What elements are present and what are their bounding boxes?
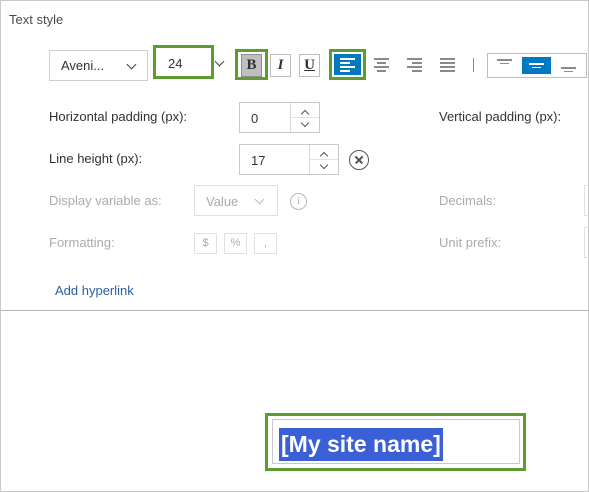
chevron-down-icon bbox=[126, 59, 137, 70]
line-height-input[interactable]: 17 bbox=[239, 144, 339, 175]
align-bottom-button[interactable] bbox=[554, 57, 583, 74]
section-title: Text style bbox=[9, 12, 64, 27]
site-name-text[interactable]: [My site name] bbox=[279, 428, 443, 461]
display-variable-label: Display variable as: bbox=[49, 193, 162, 208]
font-family-select[interactable]: Aveni... bbox=[49, 50, 148, 81]
align-bottom-icon bbox=[561, 67, 576, 74]
text-element[interactable]: [My site name] bbox=[272, 419, 520, 464]
align-middle-button[interactable] bbox=[522, 57, 551, 74]
font-family-value: Aveni... bbox=[61, 58, 105, 73]
add-hyperlink-link[interactable]: Add hyperlink bbox=[55, 283, 134, 298]
vertical-padding-label: Vertical padding (px): bbox=[439, 109, 562, 124]
clear-line-height-icon[interactable] bbox=[349, 150, 369, 170]
align-justify-button[interactable] bbox=[434, 54, 461, 75]
align-top-button[interactable] bbox=[490, 57, 519, 74]
bold-button[interactable]: B bbox=[241, 54, 262, 77]
currency-format-button: $ bbox=[194, 233, 217, 254]
text-style-panel: Text style Aveni... 24 B I U Horizontal … bbox=[0, 0, 589, 311]
display-variable-select: Value bbox=[194, 185, 278, 216]
chevron-down-icon[interactable] bbox=[319, 160, 329, 170]
unit-prefix-label: Unit prefix: bbox=[439, 235, 502, 250]
chevron-down-icon bbox=[254, 194, 265, 205]
align-top-icon bbox=[497, 59, 512, 66]
font-size-chevron-down-icon[interactable] bbox=[214, 56, 225, 67]
font-size-value: 24 bbox=[168, 56, 183, 71]
horizontal-padding-input[interactable]: 0 bbox=[239, 102, 320, 133]
align-left-button[interactable] bbox=[334, 54, 361, 75]
chevron-down-icon[interactable] bbox=[300, 118, 310, 128]
italic-button[interactable]: I bbox=[270, 54, 291, 77]
horizontal-padding-value: 0 bbox=[251, 111, 259, 126]
align-center-button[interactable] bbox=[368, 54, 395, 75]
info-icon: i bbox=[290, 193, 307, 210]
display-variable-value: Value bbox=[206, 194, 239, 209]
toolbar-divider bbox=[473, 58, 474, 72]
decimals-input bbox=[584, 185, 589, 216]
align-right-icon bbox=[407, 58, 422, 74]
align-center-icon bbox=[374, 58, 389, 74]
decimals-label: Decimals: bbox=[439, 193, 497, 208]
vertical-align-group bbox=[487, 53, 587, 78]
line-height-stepper[interactable] bbox=[309, 145, 338, 174]
align-middle-icon bbox=[529, 63, 544, 70]
font-size-input[interactable]: 24 bbox=[153, 45, 214, 79]
unit-prefix-input bbox=[584, 227, 589, 258]
horizontal-padding-label: Horizontal padding (px): bbox=[49, 109, 188, 124]
underline-button[interactable]: U bbox=[299, 54, 320, 77]
line-height-label: Line height (px): bbox=[49, 151, 143, 166]
align-justify-icon bbox=[440, 58, 455, 74]
thousands-separator-button: , bbox=[254, 233, 277, 254]
align-right-button[interactable] bbox=[401, 54, 428, 75]
align-left-icon bbox=[340, 58, 355, 74]
horizontal-padding-stepper[interactable] bbox=[290, 103, 319, 132]
text-element-highlight[interactable]: [My site name] bbox=[265, 413, 526, 471]
percent-format-button: % bbox=[224, 233, 247, 254]
formatting-label: Formatting: bbox=[49, 235, 115, 250]
line-height-value: 17 bbox=[251, 153, 266, 168]
